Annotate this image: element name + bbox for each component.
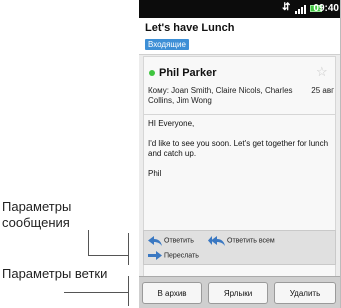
reply-all-label: Ответить всем [227, 237, 275, 245]
inbox-label-badge[interactable]: Входящие [145, 39, 189, 50]
forward-button[interactable]: Переслать [148, 251, 199, 261]
message-options-leader-horizontal [88, 255, 128, 256]
status-time: 09:40 [313, 3, 339, 14]
sender-row[interactable]: Phil Parker ☆ [144, 57, 335, 84]
message-options-annotation: Параметры сообщения [2, 199, 112, 231]
message-options-label: Параметры сообщения [2, 199, 72, 230]
forward-label: Переслать [164, 252, 199, 260]
archive-button[interactable]: В архив [142, 282, 202, 304]
sender-name: Phil Parker [159, 67, 217, 79]
usb-icon: ⇵ [282, 2, 291, 13]
thread-actions-bar: В архив Ярлыки Удалить [139, 276, 340, 308]
reply-icon [148, 236, 162, 246]
thread-options-leader [64, 292, 128, 293]
delete-button[interactable]: Удалить [274, 282, 336, 304]
phone-screen: ⇵ 09:40 Let's have Lunch Входящие Phil P… [139, 0, 341, 308]
reply-all-button[interactable]: Ответить всем [208, 236, 275, 246]
conversation-subject: Let's have Lunch [145, 22, 235, 34]
thread-options-bracket [128, 276, 129, 306]
message-text: I'd like to see you soon. Let's get toge… [148, 139, 329, 158]
forward-icon [148, 251, 162, 260]
reply-label: Ответить [164, 237, 194, 245]
message-options-bracket [128, 233, 129, 265]
message-date: 25 авг [311, 86, 334, 95]
message-greeting: HI Everyone, [148, 119, 195, 128]
conversation-header: Let's have Lunch Входящие [139, 18, 340, 55]
message-options-leader-vertical [88, 230, 89, 256]
recipients-row: Кому: Joan Smith, Claire Nicols, Charles… [144, 84, 335, 115]
reply-button[interactable]: Ответить [148, 236, 194, 246]
recipients-list: Кому: Joan Smith, Claire Nicols, Charles… [148, 86, 293, 105]
presence-online-icon [149, 70, 155, 76]
reply-all-icon [208, 236, 225, 246]
status-bar: ⇵ 09:40 [139, 0, 340, 18]
labels-button[interactable]: Ярлыки [208, 282, 268, 304]
thread-options-annotation: Параметры ветки [2, 266, 112, 282]
thread-options-label: Параметры ветки [2, 266, 108, 281]
message-signature: Phil [148, 169, 162, 178]
message-actions-panel: Ответить Ответить всем Переслать [143, 230, 336, 265]
star-icon[interactable]: ☆ [316, 64, 328, 80]
message-body: HI Everyone, I'd like to see you soon. L… [148, 119, 332, 189]
